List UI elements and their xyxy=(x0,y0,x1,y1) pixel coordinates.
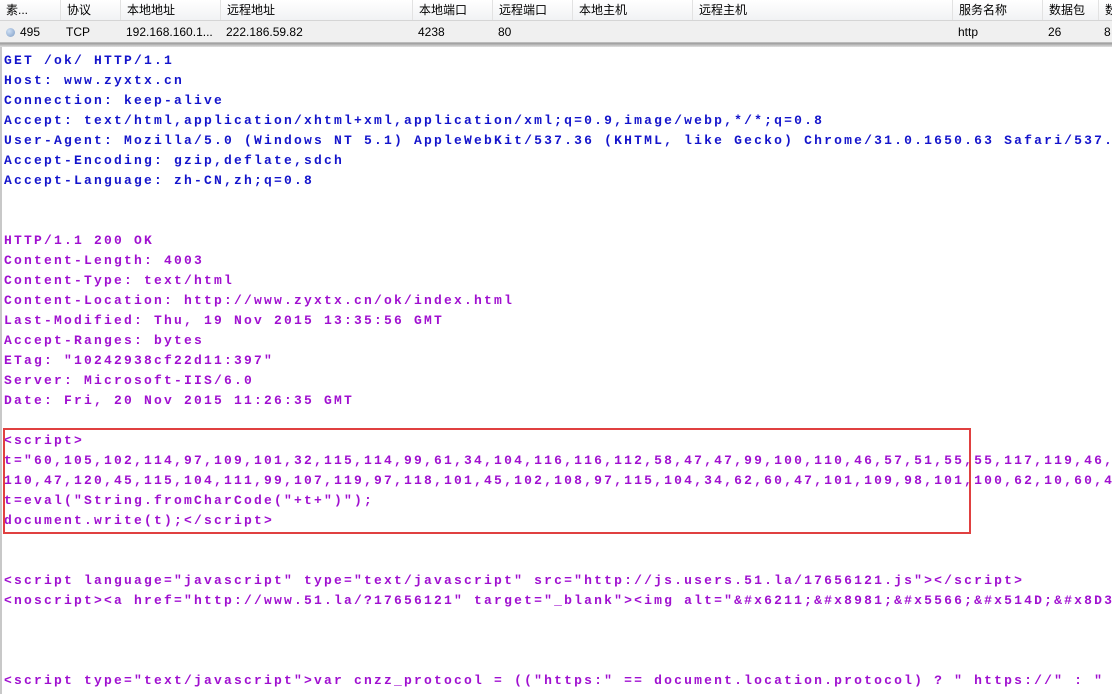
row-local-address: 192.168.160.1... xyxy=(126,25,213,39)
row-protocol: TCP xyxy=(66,25,90,39)
response-header: Accept-Ranges: bytes xyxy=(4,333,205,348)
response-header: Server: Microsoft-IIS/6.0 xyxy=(4,373,255,388)
response-header: ETag: "10242938cf22d11:397" xyxy=(4,353,275,368)
response-header: Last-Modified: Thu, 19 Nov 2015 13:35:56… xyxy=(4,313,445,328)
request-header: Accept: text/html,application/xhtml+xml,… xyxy=(4,113,825,128)
request-header: Connection: keep-alive xyxy=(4,93,225,108)
column-header-packets[interactable]: 数据包 xyxy=(1042,0,1098,20)
column-header-service[interactable]: 服务名称 xyxy=(952,0,1042,20)
body-line: <noscript><a href="http://www.51.la/?176… xyxy=(4,593,1112,608)
request-header: Accept-Encoding: gzip,deflate,sdch xyxy=(4,153,345,168)
row-remote-host xyxy=(692,21,952,41)
request-line: GET /ok/ HTTP/1.1 xyxy=(4,53,175,68)
body-line: <script language="javascript" type="text… xyxy=(4,573,1025,588)
row-service: http xyxy=(958,25,979,39)
response-header: Content-Type: text/html xyxy=(4,273,235,288)
column-header-bar: 素... 协议 本地地址 远程地址 本地端口 远程端口 本地主机 远程主机 服务… xyxy=(0,0,1112,21)
column-header-remote-port[interactable]: 远程端口 xyxy=(492,0,572,20)
request-header: Host: www.zyxtx.cn xyxy=(4,73,185,88)
row-local-port: 4238 xyxy=(418,25,445,39)
column-header-local-port[interactable]: 本地端口 xyxy=(412,0,492,20)
column-header-extra[interactable]: 数 xyxy=(1098,0,1112,20)
response-status-line: HTTP/1.1 200 OK xyxy=(4,233,155,248)
response-header: Content-Location: http://www.zyxtx.cn/ok… xyxy=(4,293,515,308)
globe-icon xyxy=(6,28,15,37)
stream-content-pane[interactable]: GET /ok/ HTTP/1.1 Host: www.zyxtx.cn Con… xyxy=(0,47,1112,694)
row-remote-port: 80 xyxy=(498,25,512,39)
row-local-host xyxy=(572,21,692,41)
connection-row[interactable]: 495 TCP 192.168.160.1... 222.186.59.82 4… xyxy=(0,21,1112,43)
column-header-remote-host[interactable]: 远程主机 xyxy=(692,0,952,20)
column-header-local-host[interactable]: 本地主机 xyxy=(572,0,692,20)
row-extra: 8 xyxy=(1104,25,1111,39)
response-header: Date: Fri, 20 Nov 2015 11:26:35 GMT xyxy=(4,393,355,408)
request-header: User-Agent: Mozilla/5.0 (Windows NT 5.1)… xyxy=(4,133,1112,148)
response-header: Content-Length: 4003 xyxy=(4,253,205,268)
highlight-box xyxy=(3,428,971,534)
row-remote-address: 222.186.59.82 xyxy=(226,25,303,39)
row-packets: 26 xyxy=(1048,25,1062,39)
row-index: 495 xyxy=(20,25,41,39)
body-line: <script type="text/javascript">var cnzz_… xyxy=(4,673,1105,688)
column-header-protocol[interactable]: 协议 xyxy=(60,0,120,20)
column-header-remote-address[interactable]: 远程地址 xyxy=(220,0,412,20)
column-header-index[interactable]: 素... xyxy=(0,0,60,20)
row-index-cell: 495 xyxy=(0,21,60,41)
column-header-local-address[interactable]: 本地地址 xyxy=(120,0,220,20)
request-header: Accept-Language: zh-CN,zh;q=0.8 xyxy=(4,173,315,188)
